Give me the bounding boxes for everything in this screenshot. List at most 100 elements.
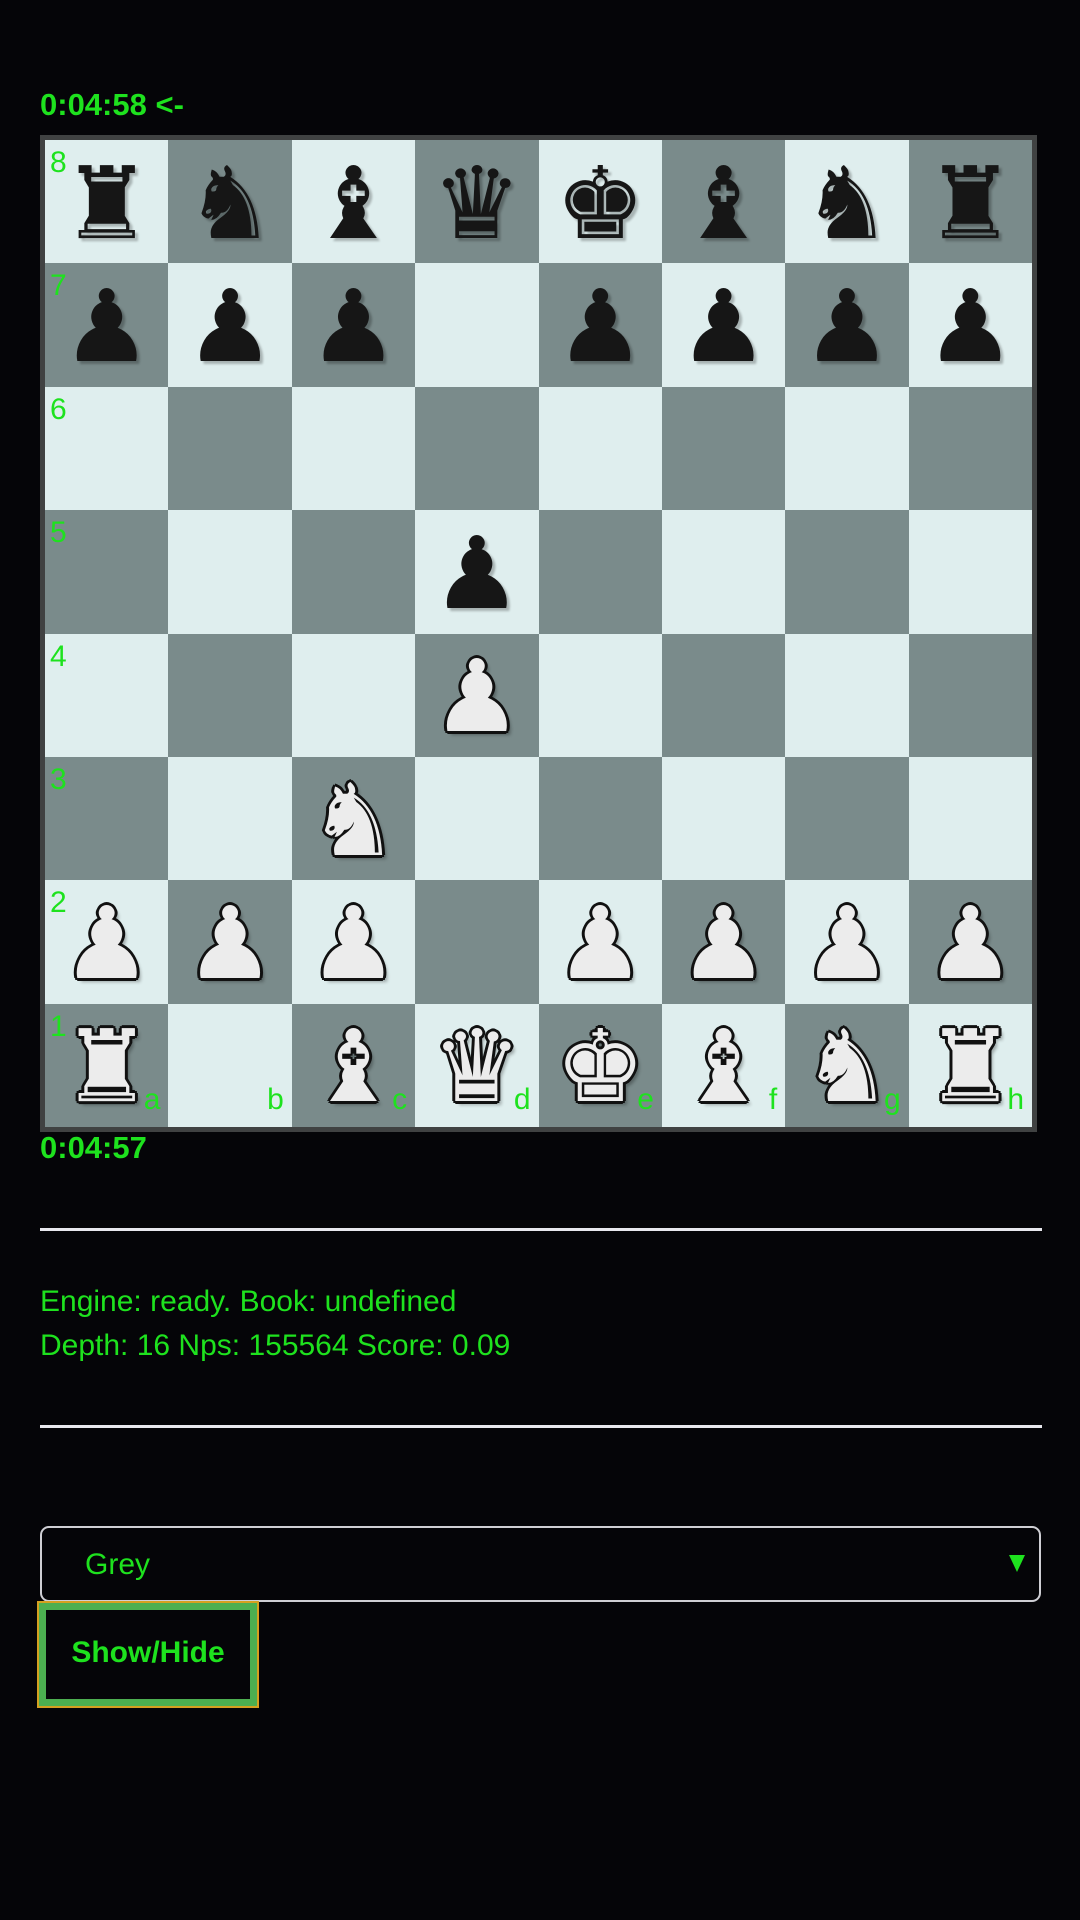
square-d1[interactable]: d ♛ — [415, 1003, 539, 1127]
square-h1[interactable]: h ♜ — [908, 1003, 1032, 1127]
square-a6[interactable]: 6 — [45, 386, 169, 511]
square-b3[interactable] — [168, 756, 292, 881]
black-pawn-icon[interactable]: ♟ — [168, 263, 291, 386]
file-label: b — [267, 1083, 284, 1116]
square-a2[interactable]: 2 ♟ — [45, 880, 169, 1004]
square-c2[interactable]: ♟ — [291, 880, 416, 1004]
square-h4[interactable] — [908, 633, 1032, 757]
square-d8[interactable]: ♛ — [415, 140, 539, 264]
square-c4[interactable] — [291, 633, 416, 757]
divider — [40, 1228, 1042, 1231]
square-g7[interactable]: ♟ — [785, 263, 909, 387]
square-e3[interactable] — [538, 756, 662, 881]
black-rook-icon[interactable]: ♜ — [909, 140, 1032, 263]
square-b5[interactable] — [168, 510, 292, 634]
square-d6[interactable] — [415, 386, 539, 511]
white-pawn-icon[interactable]: ♟ — [292, 880, 415, 1003]
square-g3[interactable] — [785, 756, 909, 881]
square-f8[interactable]: ♝ — [661, 140, 786, 264]
square-b2[interactable]: ♟ — [168, 880, 292, 1004]
square-d3[interactable] — [415, 756, 539, 881]
rank-label: 8 — [50, 146, 67, 179]
black-pawn-icon[interactable]: ♟ — [785, 263, 908, 386]
square-d5[interactable]: ♟ — [415, 510, 539, 634]
rank-label: 4 — [50, 639, 67, 673]
square-a1[interactable]: 1 a ♜ — [45, 1003, 169, 1127]
square-a7[interactable]: 7 ♟ — [45, 263, 169, 387]
black-knight-icon[interactable]: ♞ — [785, 140, 908, 263]
black-pawn-icon[interactable]: ♟ — [292, 263, 415, 386]
square-g1[interactable]: g ♞ — [785, 1003, 909, 1127]
black-pawn-icon[interactable]: ♟ — [539, 263, 662, 386]
square-f5[interactable] — [661, 510, 786, 634]
square-c3[interactable]: ♞ — [291, 756, 416, 881]
square-e8[interactable]: ♚ — [538, 140, 662, 264]
square-c8[interactable]: ♝ — [291, 140, 416, 264]
board-theme-select[interactable]: Grey — [40, 1526, 1041, 1602]
square-g5[interactable] — [785, 510, 909, 634]
square-e6[interactable] — [538, 386, 662, 511]
white-pawn-icon[interactable]: ♟ — [539, 880, 662, 1003]
white-pawn-icon[interactable]: ♟ — [168, 880, 291, 1003]
rank-label: 3 — [50, 762, 67, 796]
black-bishop-icon[interactable]: ♝ — [292, 140, 415, 263]
square-h5[interactable] — [908, 510, 1032, 634]
square-h7[interactable]: ♟ — [908, 263, 1032, 387]
black-bishop-icon[interactable]: ♝ — [662, 140, 785, 263]
square-b6[interactable] — [168, 386, 292, 511]
black-pawn-icon[interactable]: ♟ — [415, 510, 538, 633]
white-bishop-icon[interactable]: ♝ — [662, 1004, 785, 1127]
square-b1[interactable]: b — [168, 1003, 292, 1127]
white-pawn-icon[interactable]: ♟ — [909, 880, 1032, 1003]
square-e7[interactable]: ♟ — [538, 263, 662, 387]
square-f1[interactable]: f ♝ — [661, 1003, 786, 1127]
square-c6[interactable] — [291, 386, 416, 511]
square-h2[interactable]: ♟ — [908, 880, 1032, 1004]
rank-label: 7 — [50, 269, 67, 303]
square-a4[interactable]: 4 — [45, 633, 169, 757]
white-knight-icon[interactable]: ♞ — [292, 757, 415, 880]
square-b8[interactable]: ♞ — [168, 140, 292, 264]
square-a3[interactable]: 3 — [45, 756, 169, 881]
square-f4[interactable] — [661, 633, 786, 757]
square-g8[interactable]: ♞ — [785, 140, 909, 264]
square-d2[interactable] — [415, 880, 539, 1004]
square-f2[interactable]: ♟ — [661, 880, 786, 1004]
square-e4[interactable] — [538, 633, 662, 757]
square-h3[interactable] — [908, 756, 1032, 881]
square-g4[interactable] — [785, 633, 909, 757]
white-pawn-icon[interactable]: ♟ — [662, 880, 785, 1003]
square-g6[interactable] — [785, 386, 909, 511]
square-e2[interactable]: ♟ — [538, 880, 662, 1004]
engine-status-text: Engine: ready. Book: undefined — [40, 1285, 457, 1318]
square-c1[interactable]: c ♝ — [291, 1003, 416, 1127]
engine-stats-text: Depth: 16 Nps: 155564 Score: 0.09 — [40, 1329, 511, 1362]
square-e5[interactable] — [538, 510, 662, 634]
black-pawn-icon[interactable]: ♟ — [909, 263, 1032, 386]
square-a5[interactable]: 5 — [45, 510, 169, 634]
square-f7[interactable]: ♟ — [661, 263, 786, 387]
square-c7[interactable]: ♟ — [291, 263, 416, 387]
square-f3[interactable] — [661, 756, 786, 881]
square-c5[interactable] — [291, 510, 416, 634]
square-b7[interactable]: ♟ — [168, 263, 292, 387]
square-d7[interactable] — [415, 263, 539, 387]
square-a8[interactable]: 8 ♜ — [45, 140, 169, 264]
black-king-icon[interactable]: ♚ — [539, 140, 662, 263]
chess-board[interactable]: 8 ♜ ♞ ♝ ♛ ♚ ♝ ♞ ♜ 7 ♟ ♟ ♟ ♟ ♟ ♟ ♟ 6 5 ♟ 4 ♟ 3 ♞ 2 ♟ ♟ ♟ ♟ ♟ ♟ ♟ 1 a ♜ b c ♝ d ♛… — [40, 135, 1037, 1132]
show-hide-button[interactable]: Show/Hide — [37, 1601, 259, 1708]
divider — [40, 1425, 1042, 1428]
white-pawn-icon[interactable]: ♟ — [415, 634, 538, 757]
square-d4[interactable]: ♟ — [415, 633, 539, 757]
black-pawn-icon[interactable]: ♟ — [662, 263, 785, 386]
square-e1[interactable]: e ♚ — [538, 1003, 662, 1127]
square-b4[interactable] — [168, 633, 292, 757]
black-knight-icon[interactable]: ♞ — [168, 140, 291, 263]
square-h6[interactable] — [908, 386, 1032, 511]
square-h8[interactable]: ♜ — [908, 140, 1032, 264]
square-g2[interactable]: ♟ — [785, 880, 909, 1004]
black-queen-icon[interactable]: ♛ — [415, 140, 538, 263]
file-label: f — [768, 1083, 778, 1116]
square-f6[interactable] — [661, 386, 786, 511]
white-pawn-icon[interactable]: ♟ — [785, 880, 908, 1003]
